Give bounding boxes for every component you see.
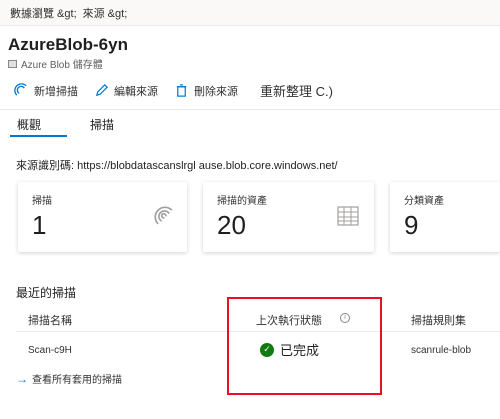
view-all-label: 查看所有套用的掃描 — [32, 375, 122, 386]
scanned-assets-card-value: 20 — [217, 210, 246, 240]
breadcrumb: 數據瀏覽 &gt; 來源 &gt; — [0, 0, 500, 26]
edit-source-button[interactable]: 編輯來源 — [94, 83, 158, 99]
refresh-label: 重新整理 C.) — [260, 84, 333, 99]
pencil-icon — [95, 84, 108, 97]
scan-icon — [154, 206, 173, 225]
refresh-button[interactable]: 重新整理 C.) — [260, 81, 333, 100]
new-scan-button[interactable]: 新增掃描 — [14, 83, 78, 99]
arrow-right-icon: → — [16, 371, 28, 386]
classified-assets-card-label: 分類資產 — [404, 196, 444, 207]
scanned-assets-card-label: 掃描的資產 — [217, 196, 267, 207]
page-title: AzureBlob-6yn — [8, 35, 128, 54]
active-tab-indicator — [10, 135, 67, 137]
delete-source-button[interactable]: 刪除來源 — [174, 83, 238, 99]
recent-scans-title: 最近的掃描 — [16, 286, 77, 300]
new-scan-label: 新增掃描 — [34, 85, 78, 98]
classified-assets-card: 分類資產 9 — [390, 182, 500, 252]
delete-source-label: 刪除來源 — [194, 85, 238, 98]
edit-source-label: 編輯來源 — [114, 85, 158, 98]
tab-overview[interactable]: 概觀 — [17, 110, 41, 133]
scan-rule-set-cell: scanrule-blob — [411, 345, 472, 356]
view-all-scans-link[interactable]: → 查看所有套用的掃描 — [16, 371, 122, 387]
trash-icon — [176, 84, 187, 97]
toolbar: 新增掃描 編輯來源 刪除來源 重新整理 C.) — [0, 72, 500, 110]
storage-icon — [8, 59, 17, 68]
table-icon — [337, 206, 359, 226]
tab-scans[interactable]: 掃描 — [90, 110, 114, 133]
column-header-scan-name: 掃描名稱 — [28, 315, 72, 327]
scanned-assets-card: 掃描的資產 20 — [203, 182, 374, 252]
tab-bar: 概觀 掃描 — [0, 110, 500, 140]
page-subtitle: Azure Blob 儲存體 — [8, 56, 103, 71]
highlight-box — [227, 297, 382, 395]
scans-card-value: 1 — [32, 210, 47, 240]
classified-assets-card-value: 9 — [404, 210, 419, 240]
scans-card-label: 掃描 — [32, 196, 52, 207]
source-identifier: 來源識別碼: https://blobdatascanslrgl ause.bl… — [16, 160, 338, 172]
subtitle-text: Azure Blob 儲存體 — [21, 60, 103, 71]
scans-card: 掃描 1 — [18, 182, 187, 252]
breadcrumb-item-sources[interactable]: 來源 &gt; — [83, 5, 128, 21]
scan-icon — [14, 83, 27, 96]
scan-name-cell[interactable]: Scan-c9H — [28, 345, 72, 356]
column-header-scan-rule-set: 掃描規則集 — [411, 315, 466, 327]
breadcrumb-item-data-map[interactable]: 數據瀏覽 &gt; — [10, 5, 77, 21]
